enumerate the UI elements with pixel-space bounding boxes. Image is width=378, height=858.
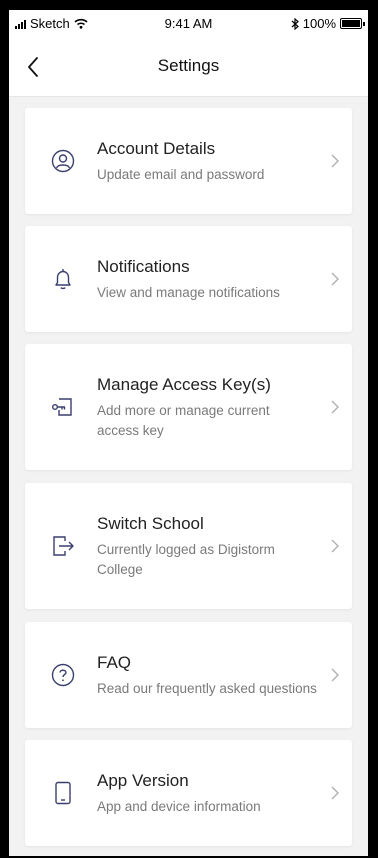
user-circle-icon [51,149,75,173]
chevron-right-icon [331,539,339,553]
settings-item-title: Notifications [97,257,190,276]
settings-item-title: Switch School [97,514,204,533]
settings-item-subtitle: View and manage notifications [97,285,280,300]
settings-item-title: Account Details [97,139,216,158]
settings-item-subtitle: Add more or manage current access key [97,403,270,438]
settings-item-subtitle: App and device information [97,799,261,814]
settings-item-subtitle: Read our frequently asked questions [97,681,317,696]
battery-icon [340,18,365,29]
battery-label: 100% [302,16,336,31]
page-title: Settings [157,56,220,75]
bluetooth-icon [291,17,299,30]
settings-item-title: Manage Access Key(s) [97,375,271,394]
chevron-right-icon [331,272,339,286]
phone-icon [51,781,75,805]
settings-item-account-details[interactable]: Account Details Update email and passwor… [25,108,352,214]
bell-icon [51,267,75,291]
settings-item-notifications[interactable]: Notifications View and manage notificati… [25,226,352,332]
status-right: 100% [291,16,365,31]
settings-item-subtitle: Currently logged as Digistorm College [97,542,275,577]
chevron-right-icon [331,786,339,800]
key-icon [51,395,75,419]
settings-item-title: FAQ [97,653,132,672]
logout-icon [51,534,75,558]
question-circle-icon [51,663,75,687]
settings-item-title: App Version [97,771,189,790]
settings-item-switch-school[interactable]: Switch School Currently logged as Digist… [25,483,352,609]
chevron-right-icon [331,668,339,682]
chevron-right-icon [331,400,339,414]
settings-screen: Sketch 9:41 AM 100% Settings Account Det… [9,10,368,856]
settings-item-access-keys[interactable]: Manage Access Key(s) Add more or manage … [25,344,352,470]
chevron-right-icon [331,154,339,168]
settings-item-faq[interactable]: FAQ Read our frequently asked questions [25,622,352,728]
status-bar: Sketch 9:41 AM 100% [9,10,368,36]
settings-item-subtitle: Update email and password [97,167,265,182]
nav-bar: Settings [9,36,368,97]
settings-item-app-version[interactable]: App Version App and device information [25,740,352,846]
